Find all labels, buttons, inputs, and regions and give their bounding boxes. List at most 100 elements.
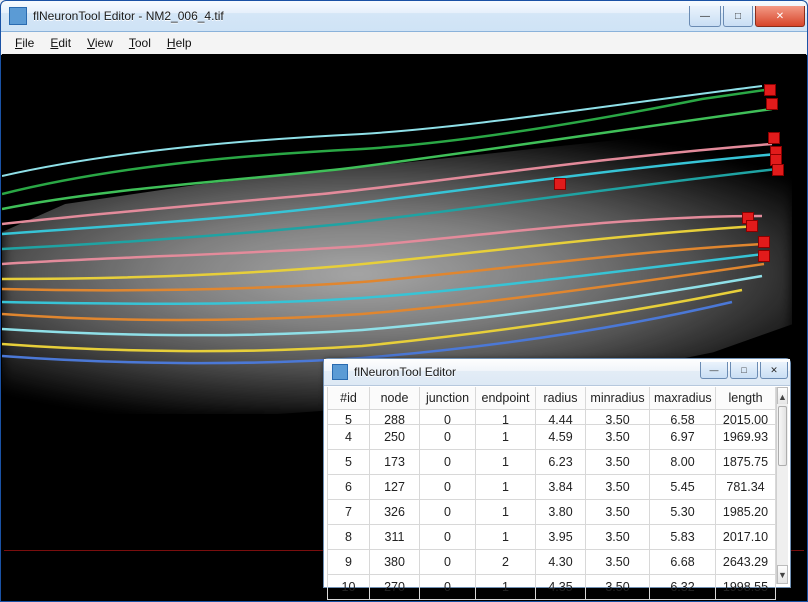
menu-file[interactable]: File <box>7 34 42 52</box>
table-row[interactable]: 10270014.353.506.321998.55 <box>328 575 776 600</box>
table-row[interactable]: 9380024.303.506.682643.29 <box>328 550 776 575</box>
table-cell: 2643.29 <box>716 550 776 575</box>
data-table-container: #idnodejunctionendpointradiusminradiusma… <box>327 387 787 584</box>
table-cell: 3.95 <box>536 525 586 550</box>
table-cell: 1 <box>476 410 536 425</box>
table-cell: 1 <box>476 575 536 600</box>
table-row[interactable]: 5288014.443.506.582015.00 <box>328 410 776 425</box>
table-cell: 6.68 <box>650 550 716 575</box>
endpoint-marker[interactable] <box>764 84 776 96</box>
table-cell: 781.34 <box>716 475 776 500</box>
table-cell: 3.50 <box>586 575 650 600</box>
endpoint-marker[interactable] <box>746 220 758 232</box>
data-window-controls: — □ ✕ <box>700 362 788 382</box>
table-cell: 8.00 <box>650 450 716 475</box>
table-cell: 6.32 <box>650 575 716 600</box>
table-cell: 3.50 <box>586 525 650 550</box>
table-cell: 1 <box>476 475 536 500</box>
trace-line <box>2 216 762 264</box>
table-cell: 5.45 <box>650 475 716 500</box>
column-header[interactable]: length <box>716 387 776 410</box>
maximize-button[interactable]: □ <box>723 6 753 27</box>
table-cell: 1969.93 <box>716 425 776 450</box>
table-row[interactable]: 4250014.593.506.971969.93 <box>328 425 776 450</box>
menu-help[interactable]: Help <box>159 34 200 52</box>
table-cell: 4.30 <box>536 550 586 575</box>
table-row[interactable]: 5173016.233.508.001875.75 <box>328 450 776 475</box>
table-cell: 1 <box>476 525 536 550</box>
table-cell: 3.80 <box>536 500 586 525</box>
endpoint-marker[interactable] <box>772 164 784 176</box>
endpoint-marker[interactable] <box>766 98 778 110</box>
trace-line <box>2 109 772 209</box>
table-cell: 6 <box>328 475 370 500</box>
minimize-button[interactable]: — <box>689 6 721 27</box>
scroll-down-button[interactable]: ▼ <box>777 565 788 584</box>
endpoint-marker[interactable] <box>758 250 770 262</box>
main-titlebar[interactable]: flNeuronTool Editor - NM2_006_4.tif — □ … <box>1 1 807 32</box>
table-cell: 326 <box>370 500 420 525</box>
table-cell: 4.44 <box>536 410 586 425</box>
table-row[interactable]: 7326013.803.505.301985.20 <box>328 500 776 525</box>
table-cell: 0 <box>420 500 476 525</box>
trace-line <box>2 86 762 176</box>
table-cell: 3.50 <box>586 410 650 425</box>
table-cell: 1 <box>476 500 536 525</box>
column-header[interactable]: maxradius <box>650 387 716 410</box>
table-cell: 7 <box>328 500 370 525</box>
vertical-scrollbar[interactable]: ▲ ▼ <box>776 387 788 584</box>
table-cell: 3.50 <box>586 475 650 500</box>
table-cell: 6.23 <box>536 450 586 475</box>
table-cell: 6.58 <box>650 410 716 425</box>
table-cell: 0 <box>420 450 476 475</box>
table-cell: 380 <box>370 550 420 575</box>
menu-view[interactable]: View <box>79 34 121 52</box>
column-header[interactable]: minradius <box>586 387 650 410</box>
close-button[interactable]: ✕ <box>760 362 788 379</box>
table-cell: 0 <box>420 575 476 600</box>
app-icon <box>332 364 348 380</box>
column-header[interactable]: #id <box>328 387 370 410</box>
main-title: flNeuronTool Editor - NM2_006_4.tif <box>33 9 689 23</box>
endpoint-marker[interactable] <box>758 236 770 248</box>
column-header[interactable]: radius <box>536 387 586 410</box>
table-cell: 1985.20 <box>716 500 776 525</box>
table-cell: 173 <box>370 450 420 475</box>
close-button[interactable]: ✕ <box>755 6 805 27</box>
column-header[interactable]: endpoint <box>476 387 536 410</box>
trace-line <box>2 290 742 351</box>
table-cell: 2017.10 <box>716 525 776 550</box>
data-titlebar[interactable]: flNeuronTool Editor — □ ✕ <box>324 359 790 386</box>
table-cell: 5.30 <box>650 500 716 525</box>
endpoint-marker[interactable] <box>768 132 780 144</box>
neuron-data-table[interactable]: #idnodejunctionendpointradiusminradiusma… <box>327 387 776 600</box>
menu-tool[interactable]: Tool <box>121 34 159 52</box>
table-row[interactable]: 8311013.953.505.832017.10 <box>328 525 776 550</box>
table-cell: 3.50 <box>586 425 650 450</box>
table-cell: 4 <box>328 425 370 450</box>
scroll-track[interactable] <box>777 404 788 567</box>
minimize-button[interactable]: — <box>700 362 728 379</box>
table-cell: 3.50 <box>586 450 650 475</box>
table-cell: 270 <box>370 575 420 600</box>
column-header[interactable]: node <box>370 387 420 410</box>
table-cell: 1875.75 <box>716 450 776 475</box>
scroll-thumb[interactable] <box>778 406 787 466</box>
trace-line <box>2 264 764 320</box>
column-header[interactable]: junction <box>420 387 476 410</box>
table-cell: 8 <box>328 525 370 550</box>
table-cell: 9 <box>328 550 370 575</box>
maximize-button[interactable]: □ <box>730 362 758 379</box>
table-cell: 5.83 <box>650 525 716 550</box>
table-cell: 127 <box>370 475 420 500</box>
data-window[interactable]: flNeuronTool Editor — □ ✕ #idnodejunctio… <box>323 358 791 588</box>
menu-edit[interactable]: Edit <box>42 34 79 52</box>
table-cell: 0 <box>420 525 476 550</box>
table-cell: 6.97 <box>650 425 716 450</box>
table-row[interactable]: 6127013.843.505.45781.34 <box>328 475 776 500</box>
table-cell: 311 <box>370 525 420 550</box>
table-cell: 4.35 <box>536 575 586 600</box>
endpoint-marker[interactable] <box>554 178 566 190</box>
table-cell: 250 <box>370 425 420 450</box>
table-cell: 3.50 <box>586 550 650 575</box>
